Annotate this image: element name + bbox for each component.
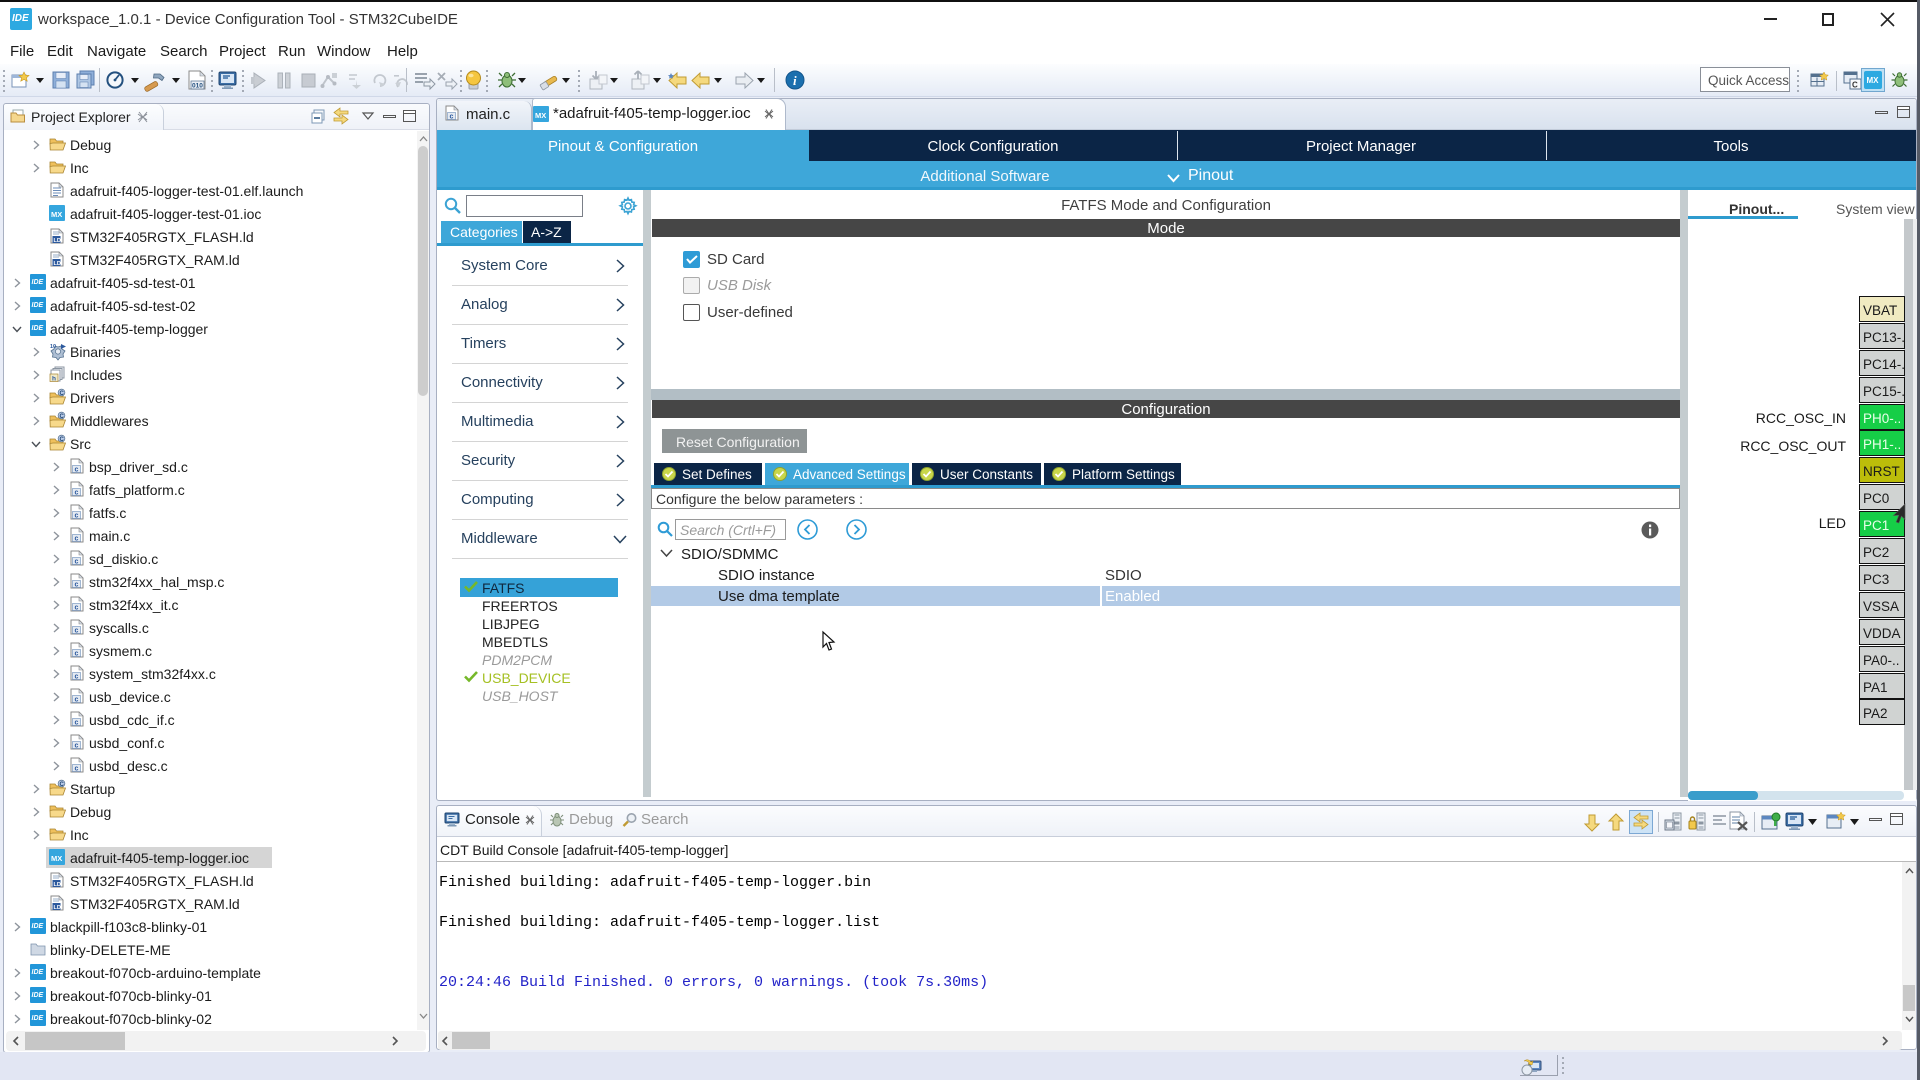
svg-text:LD: LD: [54, 905, 61, 911]
svg-text:LD: LD: [54, 882, 61, 888]
svg-text:c: c: [75, 467, 79, 474]
svg-text:c: c: [75, 766, 79, 773]
svg-text:c: c: [75, 582, 79, 589]
svg-text:c: c: [75, 697, 79, 704]
svg-text:010: 010: [192, 83, 203, 90]
svg-text:c: c: [75, 743, 79, 750]
svg-text:C: C: [1852, 81, 1858, 90]
svg-text:c: c: [75, 490, 79, 497]
svg-text:c: c: [75, 513, 79, 520]
svg-text:C: C: [60, 414, 65, 420]
svg-text:c: c: [450, 114, 454, 121]
svg-text:i: i: [793, 73, 797, 88]
svg-text:c: c: [75, 628, 79, 635]
svg-text:LD: LD: [54, 238, 61, 244]
svg-text:c: c: [75, 720, 79, 727]
svg-text:h: h: [52, 376, 56, 383]
svg-text:10: 10: [50, 344, 56, 350]
svg-text:LD: LD: [54, 261, 61, 267]
svg-text:c: c: [75, 674, 79, 681]
svg-text:c: c: [75, 559, 79, 566]
svg-text:c: c: [75, 536, 79, 543]
svg-text:c: c: [75, 651, 79, 658]
svg-text:c: c: [75, 605, 79, 612]
svg-text:C: C: [60, 782, 65, 788]
svg-text:C: C: [60, 437, 65, 443]
svg-text:C: C: [60, 391, 65, 397]
